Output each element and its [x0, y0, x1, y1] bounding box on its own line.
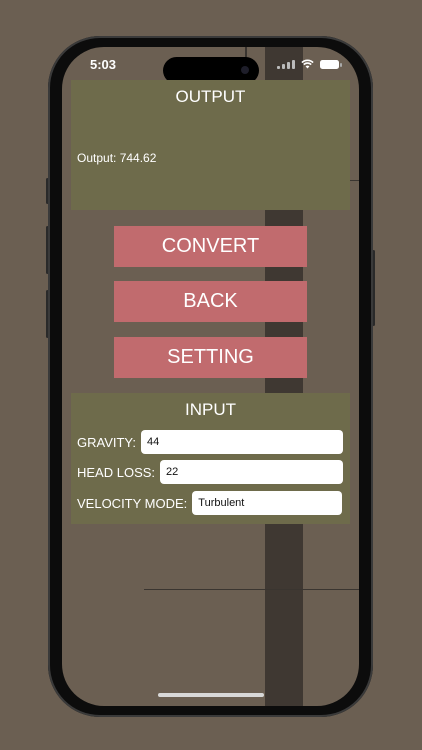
velocity-mode-label: VELOCITY MODE: — [77, 495, 188, 511]
status-icons — [277, 59, 342, 69]
input-title: INPUT — [185, 400, 236, 419]
convert-button[interactable]: CONVERT — [114, 226, 307, 267]
home-indicator[interactable] — [158, 693, 264, 697]
velocity-mode-input[interactable]: Turbulent — [192, 491, 343, 515]
back-button[interactable]: BACK — [114, 281, 307, 322]
status-time: 5:03 — [90, 57, 117, 72]
input-panel: INPUT GRAVITY: 44 HEAD LOSS: 22 VELOCITY… — [71, 393, 350, 524]
cellular-signal-icon — [277, 59, 295, 69]
background-line-bottom — [144, 589, 359, 590]
head-loss-input[interactable]: 22 — [160, 460, 344, 484]
gravity-label: GRAVITY: — [77, 434, 136, 450]
output-result: Output: 744.62 — [77, 151, 157, 165]
app-stage: 5:03 OUTPUT Output: 744.62 CONVERT BACK … — [0, 0, 422, 750]
gravity-input[interactable]: 44 — [141, 430, 343, 454]
phone-screen: 5:03 OUTPUT Output: 744.62 CONVERT BACK … — [62, 47, 359, 706]
wifi-icon — [301, 59, 314, 69]
head-loss-row: HEAD LOSS: 22 — [77, 460, 344, 484]
gravity-row: GRAVITY: 44 — [77, 430, 343, 454]
output-panel: OUTPUT Output: 744.62 — [71, 80, 350, 210]
camera-icon — [241, 66, 249, 74]
output-title: OUTPUT — [175, 87, 246, 106]
velocity-mode-row: VELOCITY MODE: Turbulent — [77, 491, 343, 515]
setting-button[interactable]: SETTING — [114, 337, 307, 378]
battery-icon — [320, 59, 342, 69]
head-loss-label: HEAD LOSS: — [77, 464, 156, 480]
